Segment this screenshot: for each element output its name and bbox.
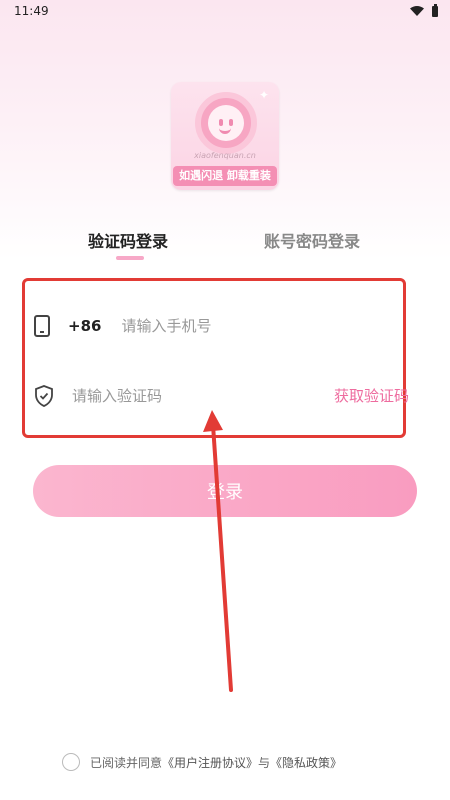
wifi-icon [410,6,424,16]
country-code[interactable]: +86 [68,317,101,335]
phone-icon [34,315,50,337]
logo-url-text: xiaofenquan.cn [194,151,256,160]
agreement-checkbox[interactable] [62,753,80,771]
agreement-row: 已阅读并同意 《用户注册协议》 与 《隐私政策》 [62,751,342,773]
status-bar: 11:49 [0,0,450,22]
tab-sms-login[interactable]: 验证码登录 [88,228,168,252]
privacy-policy-link[interactable]: 《隐私政策》 [270,754,342,771]
battery-icon [432,3,438,17]
login-button[interactable]: 登录 [33,465,417,517]
verification-code-input[interactable] [72,381,312,411]
tab-password-login[interactable]: 账号密码登录 [264,228,360,252]
login-tabs: 验证码登录 账号密码登录 [0,228,450,264]
status-time: 11:49 [14,4,49,18]
sparkle-icon: ✦ [258,88,269,102]
phone-input[interactable] [121,311,362,341]
status-icons [410,3,438,17]
phone-row: +86 [34,306,450,346]
user-agreement-link[interactable]: 《用户注册协议》 [162,754,258,771]
agreement-prefix: 已阅读并同意 [90,755,163,770]
logo-banner: 如遇闪退 卸载重装 [173,166,277,186]
active-tab-indicator [116,256,144,260]
agreement-conjunction: 与 [258,755,271,770]
get-code-button[interactable]: 获取验证码 [334,385,409,406]
shield-check-icon [35,385,53,407]
app-logo: ✦ xiaofenquan.cn 如遇闪退 卸载重装 [171,82,279,190]
logo-face-icon [195,92,257,154]
